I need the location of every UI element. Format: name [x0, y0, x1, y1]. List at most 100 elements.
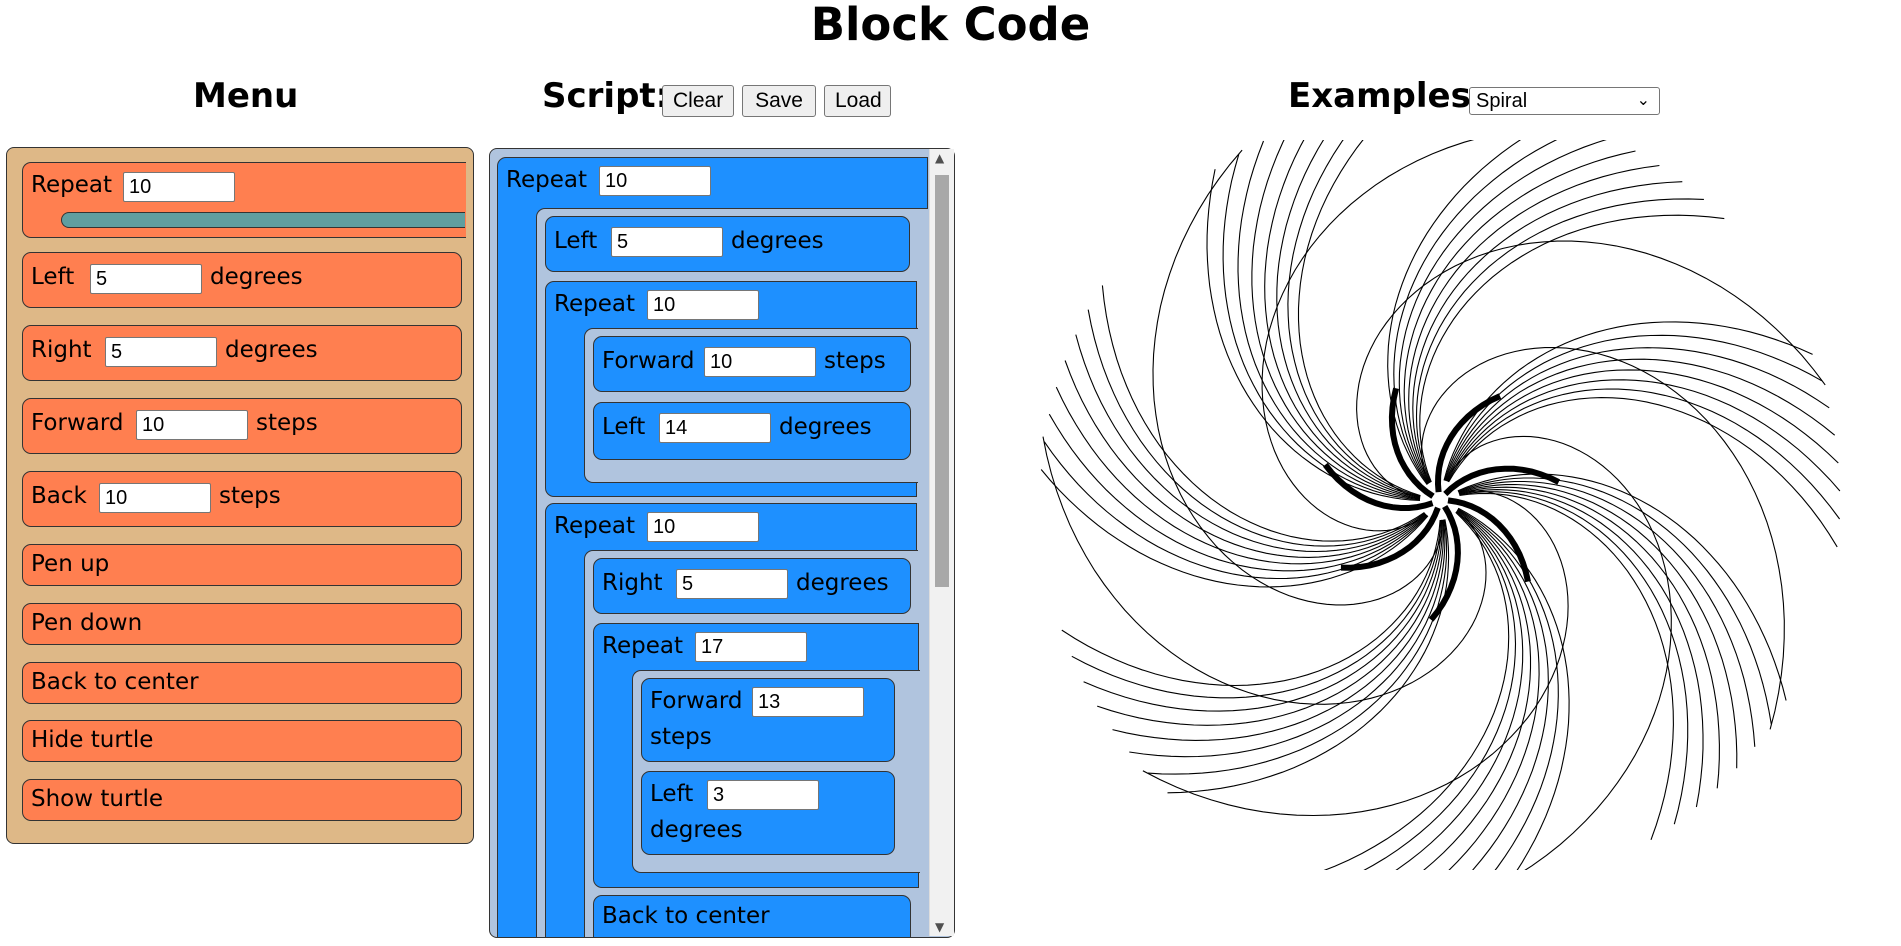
menu-left-block[interactable]: Left 5 degrees	[22, 252, 462, 308]
block-label: Hide turtle	[31, 727, 154, 753]
spiral-stroke	[1446, 369, 1839, 482]
block-label: Left	[554, 228, 598, 254]
spiral-stroke	[1087, 309, 1426, 547]
spiral-stroke	[1040, 469, 1429, 588]
spiral-stroke	[1448, 397, 1838, 548]
block-suffix: steps	[219, 483, 281, 509]
block-suffix: degrees	[731, 228, 824, 254]
menu-right-block[interactable]: Right 5 degrees	[22, 325, 462, 381]
menu-back-to-center-block[interactable]: Back to center	[22, 662, 462, 704]
script-left-block[interactable]: Left 5 degrees	[545, 216, 910, 272]
left-degrees-input[interactable]: 3	[707, 780, 819, 810]
menu-repeat-block[interactable]: Repeat 10	[22, 162, 466, 238]
menu-show-turtle-block[interactable]: Show turtle	[22, 779, 462, 821]
repeat-count-input[interactable]: 10	[123, 172, 235, 202]
scroll-up-icon[interactable]: ▲	[935, 151, 944, 165]
spiral-drawing	[1040, 140, 1841, 870]
load-button[interactable]: Load	[824, 85, 891, 117]
block-suffix: degrees	[210, 264, 303, 290]
examples-select[interactable]: Spiral ⌄	[1469, 87, 1660, 115]
block-suffix: degrees	[779, 414, 872, 440]
spiral-stroke	[1147, 519, 1448, 775]
menu-hide-turtle-block[interactable]: Hide turtle	[22, 720, 462, 762]
script-left-block[interactable]: Left 14 degrees	[593, 402, 911, 460]
block-label: Repeat	[31, 172, 112, 198]
script-repeat-block[interactable]: Repeat 10 Forward 10 steps Left 14 degre…	[545, 281, 918, 497]
page-title: Block Code	[810, 0, 1091, 51]
block-label: Right	[31, 337, 92, 363]
menu-panel: Repeat 10 Left 5 degrees Right 5 degrees…	[6, 147, 474, 844]
spiral-stroke	[1458, 486, 1720, 789]
repeat-count-input[interactable]: 10	[647, 512, 759, 542]
script-forward-block[interactable]: Forward 13 steps	[641, 678, 895, 762]
script-title: Script:	[542, 76, 670, 116]
spiral-stroke	[1458, 480, 1756, 747]
spiral-stroke	[1075, 334, 1426, 553]
block-label: Forward	[650, 688, 743, 714]
forward-steps-input[interactable]: 10	[136, 410, 248, 440]
right-degrees-input[interactable]: 5	[676, 569, 788, 599]
repeat-body: Right 5 degrees Repeat 17 Forward 13 ste…	[584, 550, 920, 937]
spiral-stroke	[1323, 512, 1510, 870]
repeat-body: Forward 10 steps Left 14 degrees	[584, 328, 918, 483]
spiral-stroke	[1459, 491, 1689, 825]
block-label: Back	[31, 483, 87, 509]
block-label: Pen down	[31, 610, 143, 636]
forward-steps-input[interactable]: 13	[752, 687, 864, 717]
script-forward-block[interactable]: Forward 10 steps	[593, 336, 911, 392]
repeat-body: Forward 13 steps Left 3 degrees	[632, 670, 920, 873]
block-label: Pen up	[31, 551, 110, 577]
save-button[interactable]: Save	[742, 85, 816, 117]
right-degrees-input[interactable]: 5	[105, 337, 217, 367]
examples-selected-value: Spiral	[1476, 90, 1528, 112]
menu-pen-down-block[interactable]: Pen down	[22, 603, 462, 645]
back-steps-input[interactable]: 10	[99, 483, 211, 513]
block-label: Left	[31, 264, 75, 290]
left-degrees-input[interactable]: 5	[90, 264, 202, 294]
clear-button[interactable]: Clear	[662, 85, 734, 117]
block-label: Show turtle	[31, 786, 163, 812]
script-repeat-block[interactable]: Repeat 17 Forward 13 steps Left 3 degree…	[593, 623, 920, 888]
left-degrees-input[interactable]: 14	[659, 413, 771, 443]
spiral-stroke	[1444, 347, 1830, 481]
menu-title: Menu	[193, 76, 299, 116]
forward-steps-input[interactable]: 10	[704, 347, 816, 377]
examples-title: Examples:	[1288, 76, 1485, 116]
block-suffix: degrees	[225, 337, 318, 363]
spiral-stroke	[1446, 379, 1841, 492]
repeat-count-input[interactable]: 17	[695, 632, 807, 662]
script-repeat-block[interactable]: Repeat 10 Right 5 degrees Repeat 17 Forw…	[545, 503, 920, 937]
menu-forward-block[interactable]: Forward 10 steps	[22, 398, 462, 454]
menu-pen-up-block[interactable]: Pen up	[22, 544, 462, 586]
block-suffix: steps	[256, 410, 318, 436]
script-repeat-block[interactable]: Repeat 10 Left 5 degrees Repeat 10 Forwa…	[497, 157, 928, 937]
repeat-count-input[interactable]: 10	[599, 166, 711, 196]
chevron-down-icon: ⌄	[1636, 92, 1650, 109]
script-back-to-center-block[interactable]: Back to center	[593, 895, 911, 937]
scroll-down-icon[interactable]: ▼	[935, 920, 944, 934]
spiral-stroke	[1403, 150, 1636, 484]
repeat-count-input[interactable]: 10	[647, 290, 759, 320]
spiral-stroke	[1398, 140, 1607, 485]
block-label: Back to center	[602, 903, 770, 929]
spiral-stroke	[1287, 140, 1421, 497]
block-label: Back to center	[31, 669, 199, 695]
spiral-stroke	[1042, 436, 1487, 705]
script-right-block[interactable]: Right 5 degrees	[593, 558, 911, 614]
block-suffix: degrees	[650, 817, 743, 843]
block-label: Repeat	[554, 291, 635, 317]
script-left-block[interactable]: Left 3 degrees	[641, 771, 895, 855]
block-suffix: degrees	[796, 570, 889, 596]
scrollbar-thumb[interactable]	[935, 175, 949, 587]
left-degrees-input[interactable]: 5	[611, 227, 723, 257]
repeat-bracket-bar	[61, 212, 465, 228]
block-label: Repeat	[506, 167, 587, 193]
block-suffix: steps	[824, 348, 886, 374]
block-label: Forward	[602, 348, 695, 374]
menu-back-block[interactable]: Back 10 steps	[22, 471, 462, 527]
spiral-stroke	[1408, 164, 1660, 484]
spiral-stroke	[1152, 149, 1443, 606]
block-label: Left	[650, 781, 694, 807]
script-scrollbar[interactable]: ▲ ▼	[929, 149, 954, 936]
block-label: Left	[602, 414, 646, 440]
